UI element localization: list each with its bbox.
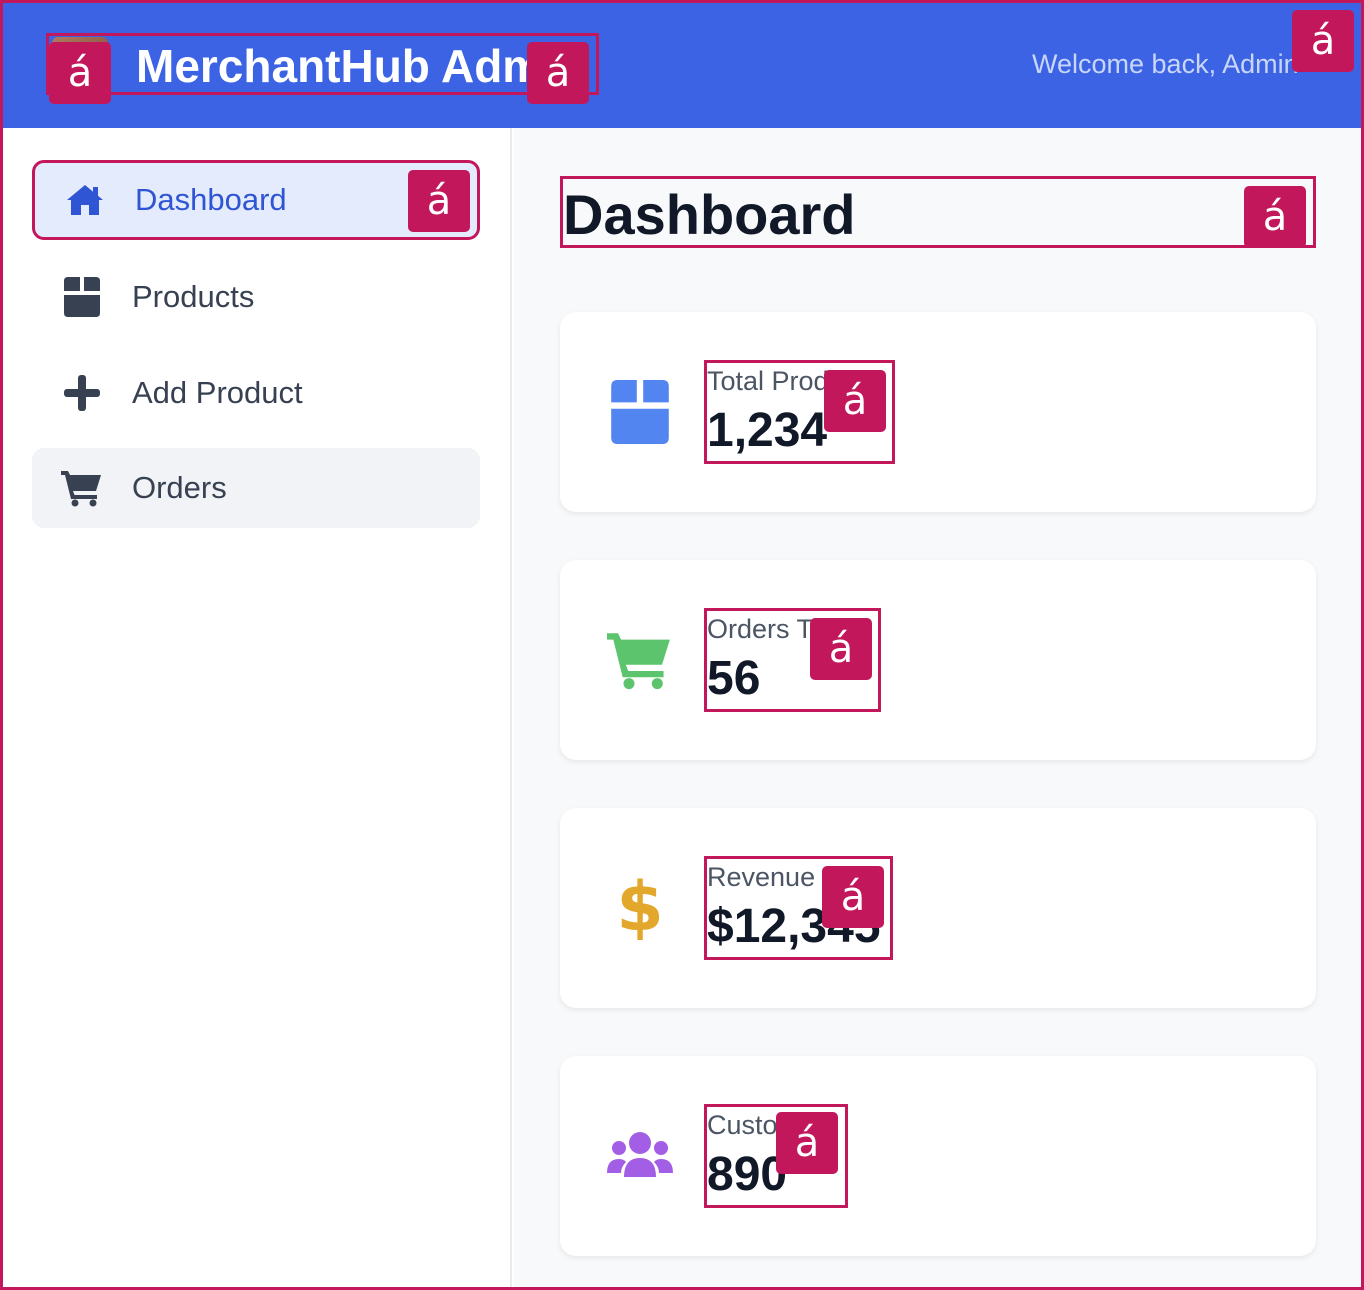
page-title: Dashboard <box>563 183 856 246</box>
home-icon <box>35 183 135 217</box>
box-icon <box>32 277 132 317</box>
stat-label: Revenue <box>707 862 816 892</box>
top-header: MerchantHub Admin Welcome back, Admin <box>0 0 1364 128</box>
stat-card-total-products[interactable]: Total Products 1,234 <box>560 312 1316 512</box>
annotation-marker: á <box>810 618 872 680</box>
stat-value: 56 <box>707 652 761 705</box>
sidebar-item-label: Orders <box>132 470 227 505</box>
sidebar-item-label: Products <box>132 279 255 314</box>
dollar-icon: $ <box>616 868 664 947</box>
annotation-marker: á <box>1244 186 1306 248</box>
users-icon <box>604 1120 676 1192</box>
cart-icon <box>32 469 132 507</box>
sidebar-item-add-product[interactable]: Add Product <box>32 353 480 433</box>
annotation-marker: á <box>527 42 589 104</box>
annotation-marker: á <box>49 42 111 104</box>
brand-highlight-box <box>46 33 599 95</box>
plus-icon <box>32 375 132 411</box>
annotation-marker: á <box>822 866 884 928</box>
sidebar-item-products[interactable]: Products <box>32 257 480 337</box>
cart-icon <box>604 624 676 696</box>
page-title-box: Dashboard <box>560 176 1316 248</box>
box-icon <box>604 376 676 448</box>
sidebar-item-label: Dashboard <box>135 182 287 217</box>
stat-card-customers[interactable]: Customers 890 <box>560 1056 1316 1256</box>
annotation-marker: á <box>776 1112 838 1174</box>
welcome-message: Welcome back, Admin <box>1032 49 1299 79</box>
stat-card-revenue[interactable]: $ Revenue $12,345 <box>560 808 1316 1008</box>
stat-value: 1,234 <box>707 404 828 457</box>
sidebar-item-orders[interactable]: Orders <box>32 448 480 528</box>
annotation-marker: á <box>824 370 886 432</box>
stat-card-orders-today[interactable]: Orders Today 56 <box>560 560 1316 760</box>
sidebar-item-label: Add Product <box>132 375 303 410</box>
annotation-marker: á <box>1292 10 1354 72</box>
annotation-marker: á <box>408 170 470 232</box>
